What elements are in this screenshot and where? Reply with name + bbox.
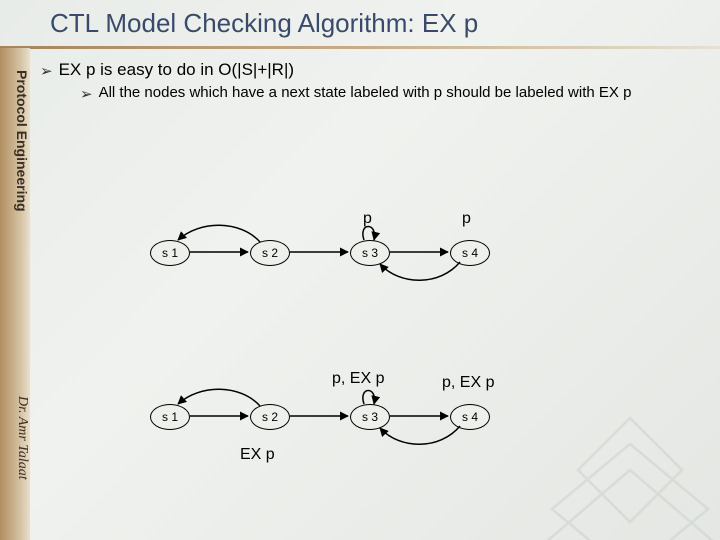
node-s3-top: s 3 — [350, 240, 390, 266]
node-s4-top: s 4 — [450, 240, 490, 266]
slide-title: CTL Model Checking Algorithm: EX p — [50, 8, 700, 39]
sidebar-course-label: Protocol Engineering — [0, 70, 30, 212]
arrows-bottom — [120, 190, 580, 490]
node-s2-top: s 2 — [250, 240, 290, 266]
node-s2-bottom: s 2 — [250, 404, 290, 430]
bullet-1-1-text: All the nodes which have a next state la… — [99, 84, 632, 103]
bullet-1-1: ➢ All the nodes which have a next state … — [80, 84, 700, 105]
label-exp-s2: EX p — [240, 446, 275, 464]
label-p-exp-s4: p, EX p — [442, 374, 494, 392]
node-s3-bottom: s 3 — [350, 404, 390, 430]
state-diagram: p p s 1 s 2 s 3 s 4 p, EX p p, EX p s 1 … — [120, 190, 580, 510]
label-p-exp-s3: p, EX p — [332, 370, 384, 388]
bullet-1: ➢ EX p is easy to do in O(|S|+|R|) — [40, 60, 700, 80]
label-p-s3: p — [363, 210, 372, 228]
bullet-arrow-icon: ➢ — [80, 86, 93, 105]
content-area: ➢ EX p is easy to do in O(|S|+|R|) ➢ All… — [40, 60, 700, 109]
node-s4-bottom: s 4 — [450, 404, 490, 430]
node-s1-top: s 1 — [150, 240, 190, 266]
title-underline — [0, 46, 720, 49]
bullet-arrow-icon: ➢ — [40, 62, 53, 80]
sidebar-author-label: Dr. Amr Talaat — [0, 396, 30, 480]
label-p-s4: p — [462, 210, 471, 228]
bullet-1-text: EX p is easy to do in O(|S|+|R|) — [59, 60, 294, 80]
node-s1-bottom: s 1 — [150, 404, 190, 430]
